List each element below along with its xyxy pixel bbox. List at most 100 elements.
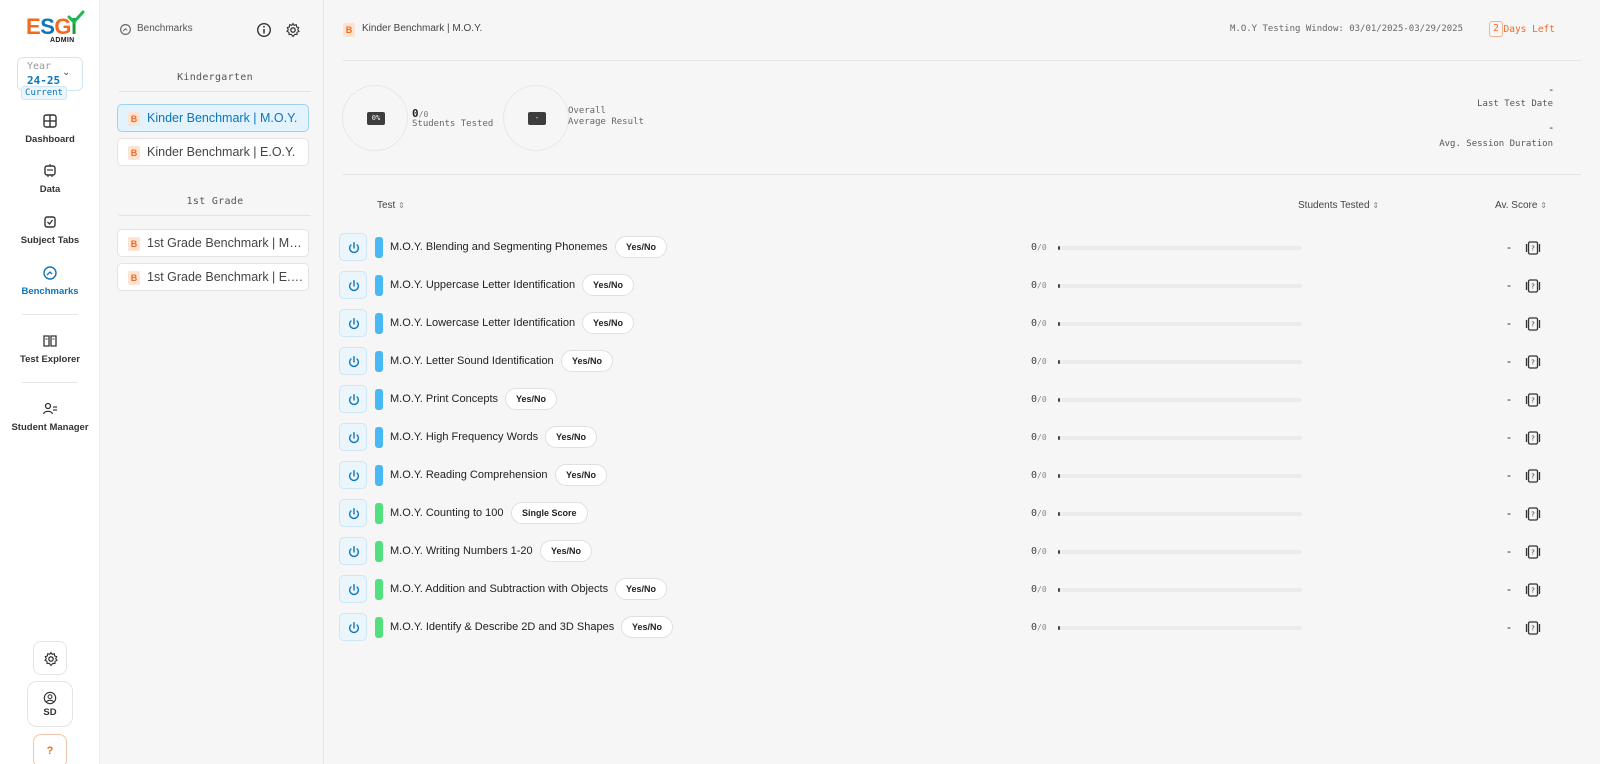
svg-text:?: ?: [1531, 397, 1535, 405]
test-detail-icon[interactable]: ?: [1525, 316, 1541, 332]
header-label: Av. Score: [1495, 200, 1538, 211]
panel-header: Benchmarks: [119, 22, 319, 38]
average-score: -: [1507, 620, 1511, 634]
subject-color-bar: [375, 427, 383, 448]
average-score: -: [1507, 392, 1511, 406]
year-label: Year: [27, 61, 52, 72]
progress-track: [1058, 626, 1302, 630]
info-icon[interactable]: [256, 22, 272, 38]
test-type-pill: Yes/No: [505, 388, 558, 410]
average-label-2: Average Result: [568, 117, 644, 127]
progress-fill: [1058, 588, 1060, 592]
power-button[interactable]: [339, 309, 367, 337]
column-header-score[interactable]: Av. Score ⇕: [1495, 200, 1547, 211]
students-tested-cell: 0/0: [1031, 356, 1047, 367]
test-name[interactable]: M.O.Y. Blending and Segmenting Phonemes: [390, 241, 608, 253]
esgi-logo[interactable]: ESGi ADMIN: [26, 10, 85, 46]
gauge-icon: [120, 24, 131, 35]
test-name[interactable]: M.O.Y. Addition and Subtraction with Obj…: [390, 583, 608, 595]
help-button[interactable]: ?: [33, 734, 67, 764]
test-detail-icon[interactable]: ?: [1525, 392, 1541, 408]
test-name[interactable]: M.O.Y. High Frequency Words: [390, 431, 538, 443]
progress-fill: [1058, 626, 1060, 630]
test-name[interactable]: M.O.Y. Identify & Describe 2D and 3D Sha…: [390, 621, 614, 633]
power-button[interactable]: [339, 271, 367, 299]
benchmark-item-1st-eoy[interactable]: B 1st Grade Benchmark | E.O.Y.: [117, 263, 309, 291]
test-detail-icon[interactable]: ?: [1525, 544, 1541, 560]
last-test-date-value: -: [1549, 84, 1553, 96]
subject-color-bar: [375, 503, 383, 524]
table-row: M.O.Y. Print Concepts Yes/No 0/0 -?: [339, 385, 1541, 415]
nav-item-label: Benchmarks: [21, 286, 79, 297]
power-button[interactable]: [339, 385, 367, 413]
svg-text:?: ?: [1531, 245, 1535, 253]
subject-color-bar: [375, 275, 383, 296]
test-name[interactable]: M.O.Y. Reading Comprehension: [390, 469, 548, 481]
nav-item-label: Student Manager: [11, 422, 89, 433]
nav-item-label: Subject Tabs: [20, 235, 80, 246]
last-test-date-label: Last Test Date: [1477, 99, 1553, 109]
power-button[interactable]: [339, 613, 367, 641]
test-detail-icon[interactable]: ?: [1525, 468, 1541, 484]
tested-total: /0: [1037, 319, 1047, 328]
nav-item-data[interactable]: Data: [0, 163, 100, 195]
percent-pill: 0%: [367, 112, 385, 125]
benchmark-item-1st-moy[interactable]: B 1st Grade Benchmark | M.O.Y.: [117, 229, 309, 257]
average-score: -: [1507, 506, 1511, 520]
power-button[interactable]: [339, 499, 367, 527]
progress-track: [1058, 246, 1302, 250]
power-button[interactable]: [339, 233, 367, 261]
power-button[interactable]: [339, 461, 367, 489]
nav-item-benchmarks[interactable]: Benchmarks: [0, 265, 100, 297]
benchmark-item-kinder-moy[interactable]: B Kinder Benchmark | M.O.Y.: [117, 104, 309, 132]
test-name[interactable]: M.O.Y. Print Concepts: [390, 393, 498, 405]
average-result-ring: -: [503, 85, 569, 151]
average-score: -: [1507, 430, 1511, 444]
test-detail-icon[interactable]: ?: [1525, 430, 1541, 446]
column-header-test[interactable]: Test ⇕: [377, 200, 405, 211]
test-detail-icon[interactable]: ?: [1525, 620, 1541, 636]
tested-total: /0: [1037, 623, 1047, 632]
test-detail-icon[interactable]: ?: [1525, 582, 1541, 598]
svg-text:?: ?: [1531, 283, 1535, 291]
group-divider: [119, 91, 311, 92]
nav-item-test-explorer[interactable]: Test Explorer: [0, 333, 100, 365]
chevron-down-icon: ⌄: [62, 67, 71, 78]
test-detail-icon[interactable]: ?: [1525, 240, 1541, 256]
header-label: Test: [377, 200, 396, 211]
column-header-students-tested[interactable]: Students Tested ⇕: [1298, 200, 1379, 211]
svg-text:?: ?: [1531, 473, 1535, 481]
table-row: M.O.Y. Identify & Describe 2D and 3D Sha…: [339, 613, 1541, 643]
power-button[interactable]: [339, 575, 367, 603]
data-icon: [44, 164, 56, 177]
test-name[interactable]: M.O.Y. Writing Numbers 1-20: [390, 545, 533, 557]
benchmark-item-kinder-eoy[interactable]: B Kinder Benchmark | E.O.Y.: [117, 138, 309, 166]
power-icon: [348, 508, 360, 520]
test-name[interactable]: M.O.Y. Letter Sound Identification: [390, 355, 554, 367]
table-row: M.O.Y. Writing Numbers 1-20 Yes/No 0/0 -?: [339, 537, 1541, 567]
nav-item-student-manager[interactable]: Student Manager: [0, 401, 100, 433]
students-tested-cell: 0/0: [1031, 394, 1047, 405]
benchmark-badge: B: [128, 146, 140, 160]
settings-button[interactable]: [33, 641, 67, 675]
nav-item-dashboard[interactable]: Dashboard: [0, 113, 100, 145]
test-detail-icon[interactable]: ?: [1525, 354, 1541, 370]
progress-fill: [1058, 284, 1060, 288]
progress-fill: [1058, 322, 1060, 326]
gear-icon[interactable]: [285, 22, 301, 38]
power-button[interactable]: [339, 347, 367, 375]
user-circle-icon: [43, 691, 57, 705]
test-name[interactable]: M.O.Y. Lowercase Letter Identification: [390, 317, 575, 329]
students-tested-cell: 0/0: [1031, 622, 1047, 633]
power-button[interactable]: [339, 537, 367, 565]
test-detail-icon[interactable]: ?: [1525, 506, 1541, 522]
test-detail-icon[interactable]: ?: [1525, 278, 1541, 294]
power-button[interactable]: [339, 423, 367, 451]
nav-item-subject-tabs[interactable]: Subject Tabs: [0, 214, 100, 246]
students-tested-cell: 0/0: [1031, 584, 1047, 595]
user-profile-button[interactable]: SD: [27, 681, 73, 727]
tested-total: /0: [1037, 433, 1047, 442]
test-name[interactable]: M.O.Y. Uppercase Letter Identification: [390, 279, 575, 291]
test-name[interactable]: M.O.Y. Counting to 100: [390, 507, 504, 519]
power-icon: [348, 546, 360, 558]
